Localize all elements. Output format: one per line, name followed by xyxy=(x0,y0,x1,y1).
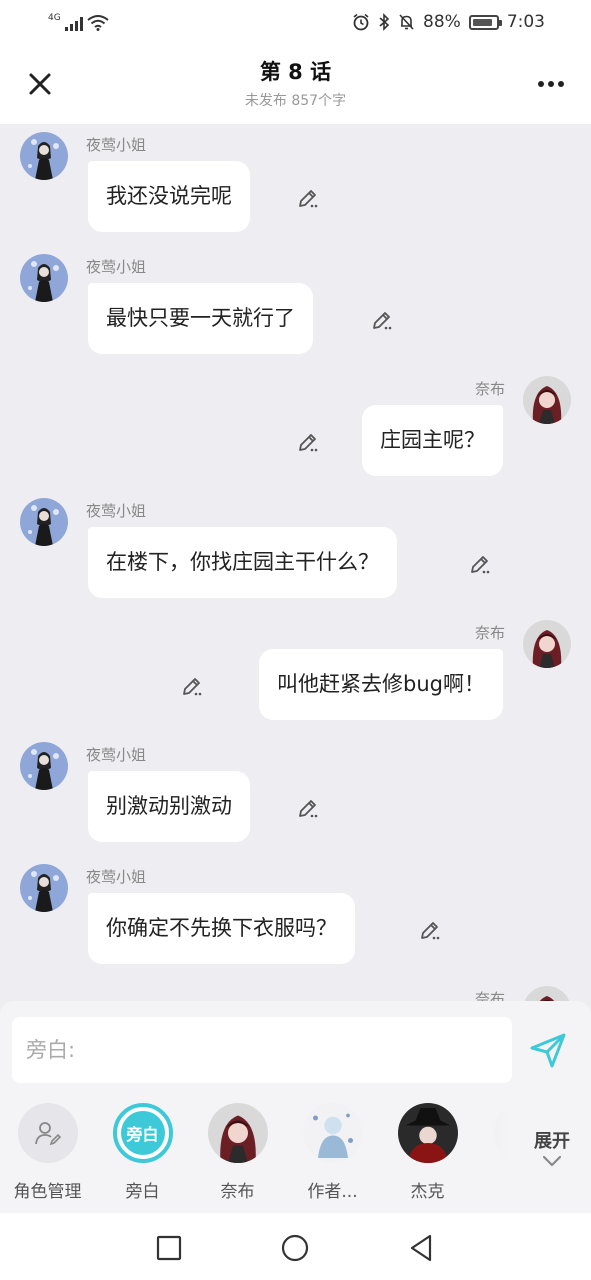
dot-icon xyxy=(548,81,554,87)
person-edit-icon xyxy=(34,1122,61,1146)
network-type: 4G xyxy=(48,13,61,23)
message-bubble[interactable]: 叫他赶紧去修bug啊！ xyxy=(259,649,503,720)
avatar-naib[interactable] xyxy=(523,986,571,1002)
message-bubble[interactable]: 我还没说完呢 xyxy=(88,161,250,232)
avatar-nightingale[interactable] xyxy=(20,742,68,790)
chevron-down-icon xyxy=(542,1155,562,1167)
narrator-badge: 旁白 xyxy=(120,1111,165,1155)
avatar-nightingale[interactable] xyxy=(20,132,68,180)
status-right: 88% 7:03 xyxy=(352,12,545,32)
chat-area[interactable]: 夜莺小姐 我还没说完呢 夜莺小姐 最快只要一天就行了 奈布 庄园主呢？ 夜莺小姐… xyxy=(0,124,591,1002)
status-left: 4G xyxy=(48,13,109,31)
avatar-nightingale[interactable] xyxy=(20,498,68,546)
message-row: 夜莺小姐 别激动别激动 xyxy=(0,734,591,856)
role-naib[interactable]: 奈布 xyxy=(190,1101,285,1201)
signal-icon xyxy=(64,17,83,31)
expand-label: 展开 xyxy=(534,1131,570,1152)
sender-name: 奈布 xyxy=(474,990,505,1002)
page-title: 第 8 话 xyxy=(259,60,332,84)
role-avatar xyxy=(207,1103,268,1163)
message-bubble[interactable]: 你确定不先换下衣服吗？ xyxy=(88,893,355,964)
role-label: 旁白 xyxy=(125,1182,160,1201)
navigation-bar xyxy=(0,1213,591,1280)
role-avatar: 旁白 xyxy=(112,1103,173,1163)
message-bubble[interactable]: 庄园主呢？ xyxy=(362,405,503,476)
back-triangle-icon[interactable] xyxy=(406,1233,436,1263)
role-narrator[interactable]: 旁白 旁白 xyxy=(95,1101,190,1201)
dot-icon xyxy=(558,81,564,87)
scroll-fade xyxy=(470,1101,520,1201)
sender-name: 夜莺小姐 xyxy=(86,258,147,276)
role-jack[interactable]: 杰克 xyxy=(380,1101,475,1201)
sender-name: 夜莺小姐 xyxy=(86,502,147,520)
sender-name: 夜莺小姐 xyxy=(86,868,147,886)
recents-square-icon[interactable] xyxy=(154,1233,184,1263)
clock: 7:03 xyxy=(506,12,545,32)
avatar-nightingale[interactable] xyxy=(20,864,68,912)
sender-name: 夜莺小姐 xyxy=(86,746,147,764)
edit-icon[interactable] xyxy=(296,186,320,210)
message-row: 奈布 xyxy=(0,978,591,1002)
message-row: 夜莺小姐 最快只要一天就行了 xyxy=(0,246,591,368)
message-bubble[interactable]: 别激动别激动 xyxy=(88,771,250,842)
title-block: 第 8 话 未发布 857个字 xyxy=(0,56,591,110)
role-label: 奈布 xyxy=(220,1182,255,1201)
home-circle-icon[interactable] xyxy=(280,1233,310,1263)
message-row: 夜莺小姐 我还没说完呢 xyxy=(0,124,591,246)
edit-icon[interactable] xyxy=(180,674,204,698)
role-selector[interactable]: 角色管理 旁白 旁白 奈布 作者... 杰克 xyxy=(0,1101,520,1201)
message-bubble[interactable]: 在楼下，你找庄园主干什么？ xyxy=(88,527,397,598)
edit-icon[interactable] xyxy=(468,552,492,576)
role-manage-button[interactable]: 角色管理 xyxy=(0,1101,95,1201)
wifi-icon xyxy=(87,15,109,31)
mute-bell-icon xyxy=(399,14,414,30)
avatar-naib[interactable] xyxy=(523,620,571,668)
message-input[interactable] xyxy=(12,1017,512,1083)
alarm-icon xyxy=(353,13,369,31)
role-label: 角色管理 xyxy=(13,1182,82,1201)
dot-icon xyxy=(538,81,544,87)
role-label: 杰克 xyxy=(410,1182,445,1201)
role-author[interactable]: 作者... xyxy=(285,1101,380,1201)
edit-icon[interactable] xyxy=(370,308,394,332)
role-avatar xyxy=(397,1103,458,1163)
message-row: 奈布 庄园主呢？ xyxy=(0,368,591,490)
more-options-button[interactable] xyxy=(533,66,569,102)
battery-percent: 88% xyxy=(423,12,461,32)
sender-name: 夜莺小姐 xyxy=(86,136,147,154)
sender-name: 奈布 xyxy=(474,380,505,398)
edit-icon[interactable] xyxy=(418,918,442,942)
message-row: 夜莺小姐 在楼下，你找庄园主干什么？ xyxy=(0,490,591,612)
page-subtitle: 未发布 857个字 xyxy=(244,93,347,109)
status-bar: 4G 88% 7:03 xyxy=(0,0,591,44)
expand-button[interactable]: 展开 xyxy=(524,1127,580,1173)
header: 第 8 话 未发布 857个字 xyxy=(0,44,591,124)
edit-icon[interactable] xyxy=(296,796,320,820)
message-row: 夜莺小姐 你确定不先换下衣服吗？ xyxy=(0,856,591,978)
send-icon[interactable] xyxy=(527,1029,569,1071)
role-avatar xyxy=(302,1103,363,1163)
role-label: 作者... xyxy=(307,1182,358,1201)
avatar-nightingale[interactable] xyxy=(20,254,68,302)
message-bubble[interactable]: 最快只要一天就行了 xyxy=(88,283,313,354)
composer-panel: 角色管理 旁白 旁白 奈布 作者... 杰克 xyxy=(0,1001,591,1213)
edit-icon[interactable] xyxy=(296,430,320,454)
bluetooth-icon xyxy=(379,13,390,31)
battery-icon xyxy=(468,14,502,30)
avatar-naib[interactable] xyxy=(523,376,571,424)
sender-name: 奈布 xyxy=(474,624,505,642)
role-avatar xyxy=(17,1103,78,1163)
message-row: 奈布 叫他赶紧去修bug啊！ xyxy=(0,612,591,734)
